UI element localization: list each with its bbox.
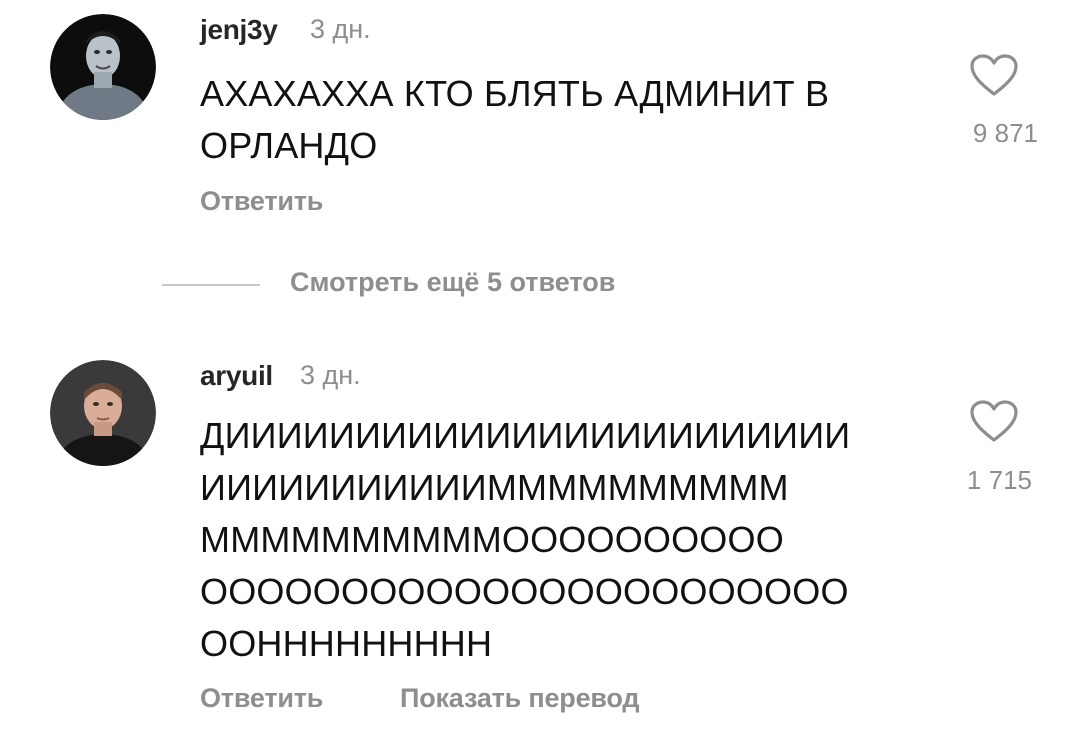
like-count: 9 871 <box>972 118 1038 148</box>
avatar-image <box>50 360 156 466</box>
username[interactable]: aryuil <box>200 360 273 392</box>
reply-button[interactable]: Ответить <box>200 186 323 217</box>
heart-icon[interactable] <box>968 52 1020 98</box>
username[interactable]: jenj3y <box>200 14 278 46</box>
show-translation-button[interactable]: Показать перевод <box>400 683 640 714</box>
reply-button[interactable]: Ответить <box>200 683 323 714</box>
comment-text: АХАХАХХА КТО БЛЯТЬ АДМИНИТ В ОРЛАНДО <box>200 73 830 166</box>
like-count: 1 715 <box>966 465 1032 495</box>
comment-time: 3 дн. <box>300 360 361 390</box>
view-more-replies-button[interactable]: Смотреть ещё 5 ответов <box>290 267 615 298</box>
comment-time: 3 дн. <box>310 14 371 44</box>
avatar-image <box>50 14 156 120</box>
avatar[interactable] <box>50 360 156 466</box>
comment-text: ДИИИИИИИИИИИИИИИИИИИИИИИИ ИИИИИИИИИИИМММ… <box>200 415 851 664</box>
avatar[interactable] <box>50 14 156 120</box>
heart-icon[interactable] <box>968 398 1020 444</box>
divider <box>162 284 260 286</box>
